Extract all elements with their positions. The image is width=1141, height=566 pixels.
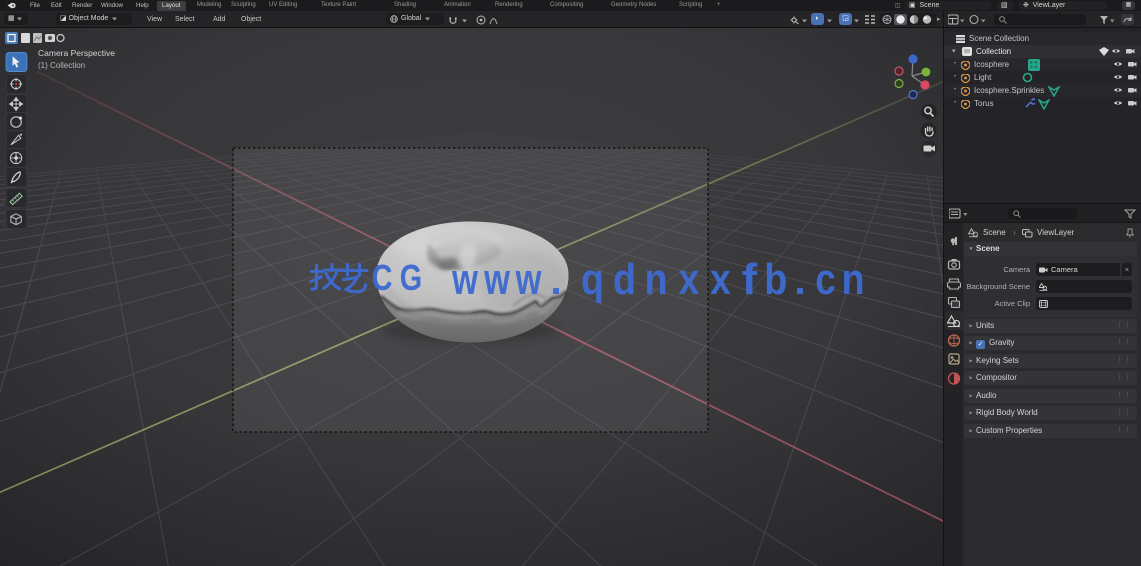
svg-text:x: x [710,254,731,304]
svg-text:n: n [644,254,667,303]
svg-text:w: w [451,256,478,305]
svg-text:G: G [400,257,422,298]
svg-text:w: w [483,256,510,305]
svg-text:d: d [613,254,636,303]
svg-text:c: c [815,254,835,304]
svg-text:x: x [679,254,700,304]
svg-text:b: b [764,254,787,303]
svg-text:q: q [581,254,604,303]
svg-text:w: w [515,256,542,305]
svg-text:f: f [742,254,758,304]
svg-text:n: n [841,254,864,303]
svg-text:C: C [372,257,393,298]
